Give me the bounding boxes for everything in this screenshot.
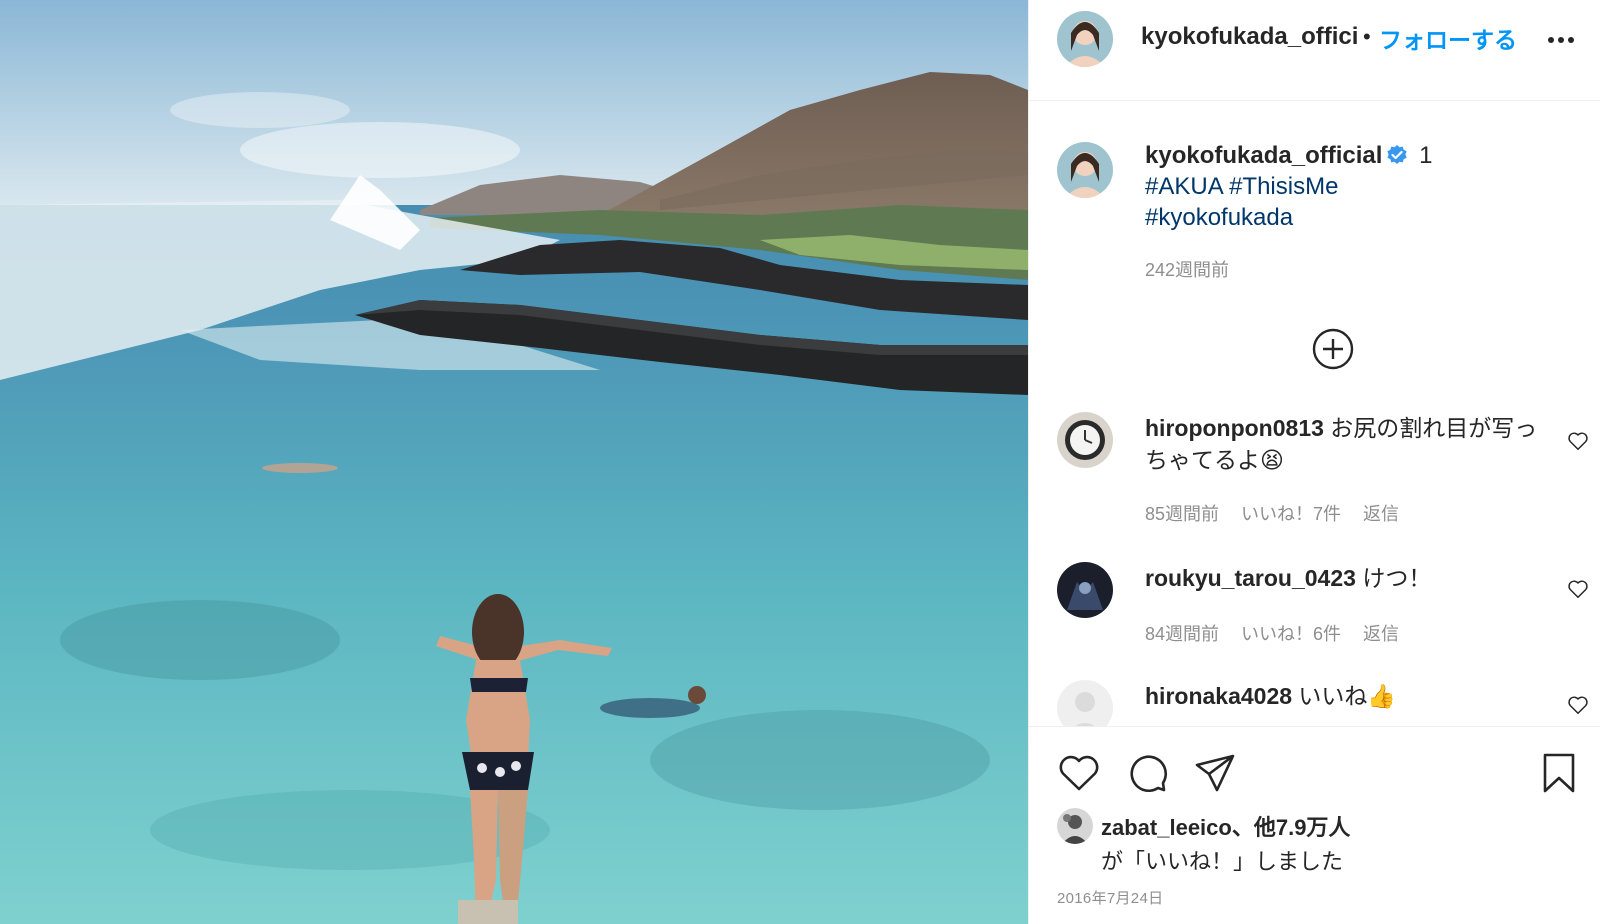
comment-username[interactable]: roukyu_tarou_0423 <box>1145 565 1356 591</box>
caption-text: kyokofukada_official 1 #AKUA #ThisisMe #… <box>1145 140 1565 233</box>
header-separator: • <box>1363 24 1371 49</box>
comments-list[interactable]: kyokofukada_official 1 #AKUA #ThisisMe #… <box>1029 102 1600 726</box>
hashtag-thisisme[interactable]: #ThisisMe <box>1229 173 1338 200</box>
comment-reply-button[interactable]: 返信 <box>1363 504 1399 524</box>
post-side-panel: kyokofukada_official • フォローする kyokofukad… <box>1028 0 1600 924</box>
verified-badge-icon <box>1386 143 1408 165</box>
caption-avatar[interactable] <box>1057 142 1113 198</box>
comment-like-heart-icon[interactable] <box>1567 694 1589 716</box>
comment-text: hironaka4028 いいね👍 <box>1145 680 1545 712</box>
comment-time[interactable]: 84週間前 <box>1145 624 1219 644</box>
heart-outline-icon[interactable] <box>1057 751 1101 795</box>
liker-avatar[interactable] <box>1057 808 1093 844</box>
comment-like-count[interactable]: いいね！7件 <box>1241 504 1341 524</box>
plus-circle-icon[interactable] <box>1311 327 1355 371</box>
comment-like-count[interactable]: いいね！6件 <box>1241 624 1341 644</box>
caption-leading-text: 1 <box>1419 142 1433 169</box>
likes-count[interactable]: 、他7.9万人 <box>1232 815 1351 840</box>
follow-button[interactable]: フォローする <box>1379 21 1517 55</box>
author-avatar[interactable] <box>1057 11 1113 67</box>
comment-username[interactable]: hironaka4028 <box>1145 683 1292 709</box>
comment-body: けつ！ <box>1362 565 1432 591</box>
commenter-avatar[interactable] <box>1057 412 1113 468</box>
comment-time[interactable]: 85週間前 <box>1145 504 1219 524</box>
post-date[interactable]: 2016年7月24日 <box>1057 887 1163 908</box>
caption-timestamp[interactable]: 242週間前 <box>1145 256 1229 282</box>
hashtag-akua[interactable]: #AKUA <box>1145 173 1222 200</box>
comment-text: roukyu_tarou_0423 けつ！ <box>1145 562 1545 594</box>
post-image[interactable] <box>0 0 1028 924</box>
hashtag-kyokofukada[interactable]: #kyokofukada <box>1145 204 1293 231</box>
first-liker-username[interactable]: zabat_leeico <box>1101 815 1232 840</box>
commenter-avatar[interactable] <box>1057 680 1113 726</box>
post-header: kyokofukada_official • フォローする <box>1029 0 1600 101</box>
comment-meta: 85週間前 いいね！7件 返信 <box>1145 500 1421 526</box>
bookmark-icon[interactable] <box>1537 751 1581 795</box>
caption-username[interactable]: kyokofukada_official <box>1145 142 1382 169</box>
comment-meta: 84週間前 いいね！6件 返信 <box>1145 620 1421 646</box>
likes-suffix: が「いいね！」しました <box>1101 849 1344 874</box>
comment-username[interactable]: hiroponpon0813 <box>1145 415 1324 441</box>
post-actions: zabat_leeico、他7.9万人 が「いいね！」しました 2016年7月2… <box>1029 726 1600 924</box>
comment-like-heart-icon[interactable] <box>1567 578 1589 600</box>
more-dots-icon[interactable] <box>1541 22 1581 58</box>
commenter-avatar[interactable] <box>1057 562 1113 618</box>
author-username[interactable]: kyokofukada_official <box>1141 23 1359 51</box>
likes-text: zabat_leeico、他7.9万人 <box>1101 810 1350 842</box>
comment-like-heart-icon[interactable] <box>1567 430 1589 452</box>
comment-reply-button[interactable]: 返信 <box>1363 624 1399 644</box>
paper-plane-icon[interactable] <box>1193 751 1237 795</box>
comment-text: hiroponpon0813 お尻の割れ目が写っちゃてるよ😫 <box>1145 412 1545 476</box>
comment-bubble-icon[interactable] <box>1125 751 1169 795</box>
beach-photo <box>0 0 1028 924</box>
comment-body: いいね👍 <box>1298 683 1397 709</box>
